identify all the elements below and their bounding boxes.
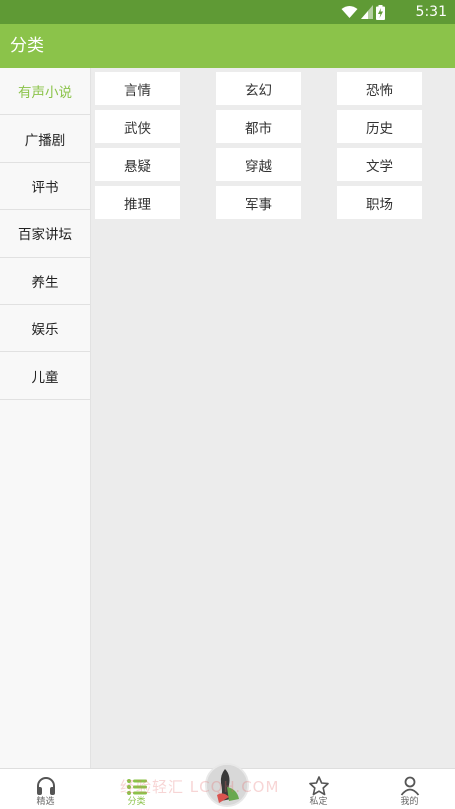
sidebar-item-children[interactable]: 儿童 <box>0 352 90 400</box>
category-sidebar: 有声小说 广播剧 评书 百家讲坛 养生 娱乐 儿童 <box>0 68 91 768</box>
category-workplace[interactable]: 职场 <box>337 186 422 219</box>
sidebar-item-radio-drama[interactable]: 广播剧 <box>0 115 90 163</box>
status-time: 5:31 <box>415 4 447 20</box>
page-title: 分类 <box>10 36 44 56</box>
sidebar-item-health[interactable]: 养生 <box>0 258 90 305</box>
nav-item-custom[interactable]: 私定 <box>273 769 364 809</box>
person-icon <box>400 776 419 796</box>
category-military[interactable]: 军事 <box>216 186 301 219</box>
sidebar-item-storytelling[interactable]: 评书 <box>0 163 90 211</box>
battery-charging-icon <box>376 4 385 20</box>
sidebar-item-audio-novel[interactable]: 有声小说 <box>0 68 90 116</box>
category-martial-arts[interactable]: 武侠 <box>95 110 180 143</box>
wifi-icon <box>341 6 358 18</box>
signal-icon <box>361 5 373 19</box>
nav-label: 私定 <box>309 797 328 807</box>
category-horror[interactable]: 恐怖 <box>337 72 422 105</box>
watermark-text: 经验轻汇 LCQH.COM <box>120 778 280 796</box>
category-time-travel[interactable]: 穿越 <box>216 148 301 181</box>
category-urban[interactable]: 都市 <box>216 110 301 143</box>
nav-label: 分类 <box>127 797 146 807</box>
sidebar-item-lecture-room[interactable]: 百家讲坛 <box>0 210 90 258</box>
category-history[interactable]: 历史 <box>337 110 422 143</box>
category-detective[interactable]: 推理 <box>95 186 180 219</box>
app-bar: 分类 <box>0 24 455 68</box>
sidebar-item-entertainment[interactable]: 娱乐 <box>0 305 90 353</box>
headphones-icon <box>36 777 55 795</box>
category-content: 言情 玄幻 恐怖 武侠 都市 历史 悬疑 穿越 文学 推理 军事 职场 <box>91 68 455 768</box>
nav-item-mine[interactable]: 我的 <box>364 769 455 809</box>
category-literature[interactable]: 文学 <box>337 148 422 181</box>
nav-label: 精选 <box>36 797 55 807</box>
category-fantasy[interactable]: 玄幻 <box>216 72 301 105</box>
status-icons <box>341 4 385 20</box>
nav-item-featured[interactable]: 精选 <box>0 769 91 809</box>
category-grid: 言情 玄幻 恐怖 武侠 都市 历史 悬疑 穿越 文学 推理 军事 职场 <box>95 72 435 219</box>
status-bar: 5:31 <box>0 0 455 24</box>
star-icon <box>308 776 329 796</box>
category-mystery[interactable]: 悬疑 <box>95 148 180 181</box>
nav-label: 我的 <box>400 797 419 807</box>
category-romance[interactable]: 言情 <box>95 72 180 105</box>
